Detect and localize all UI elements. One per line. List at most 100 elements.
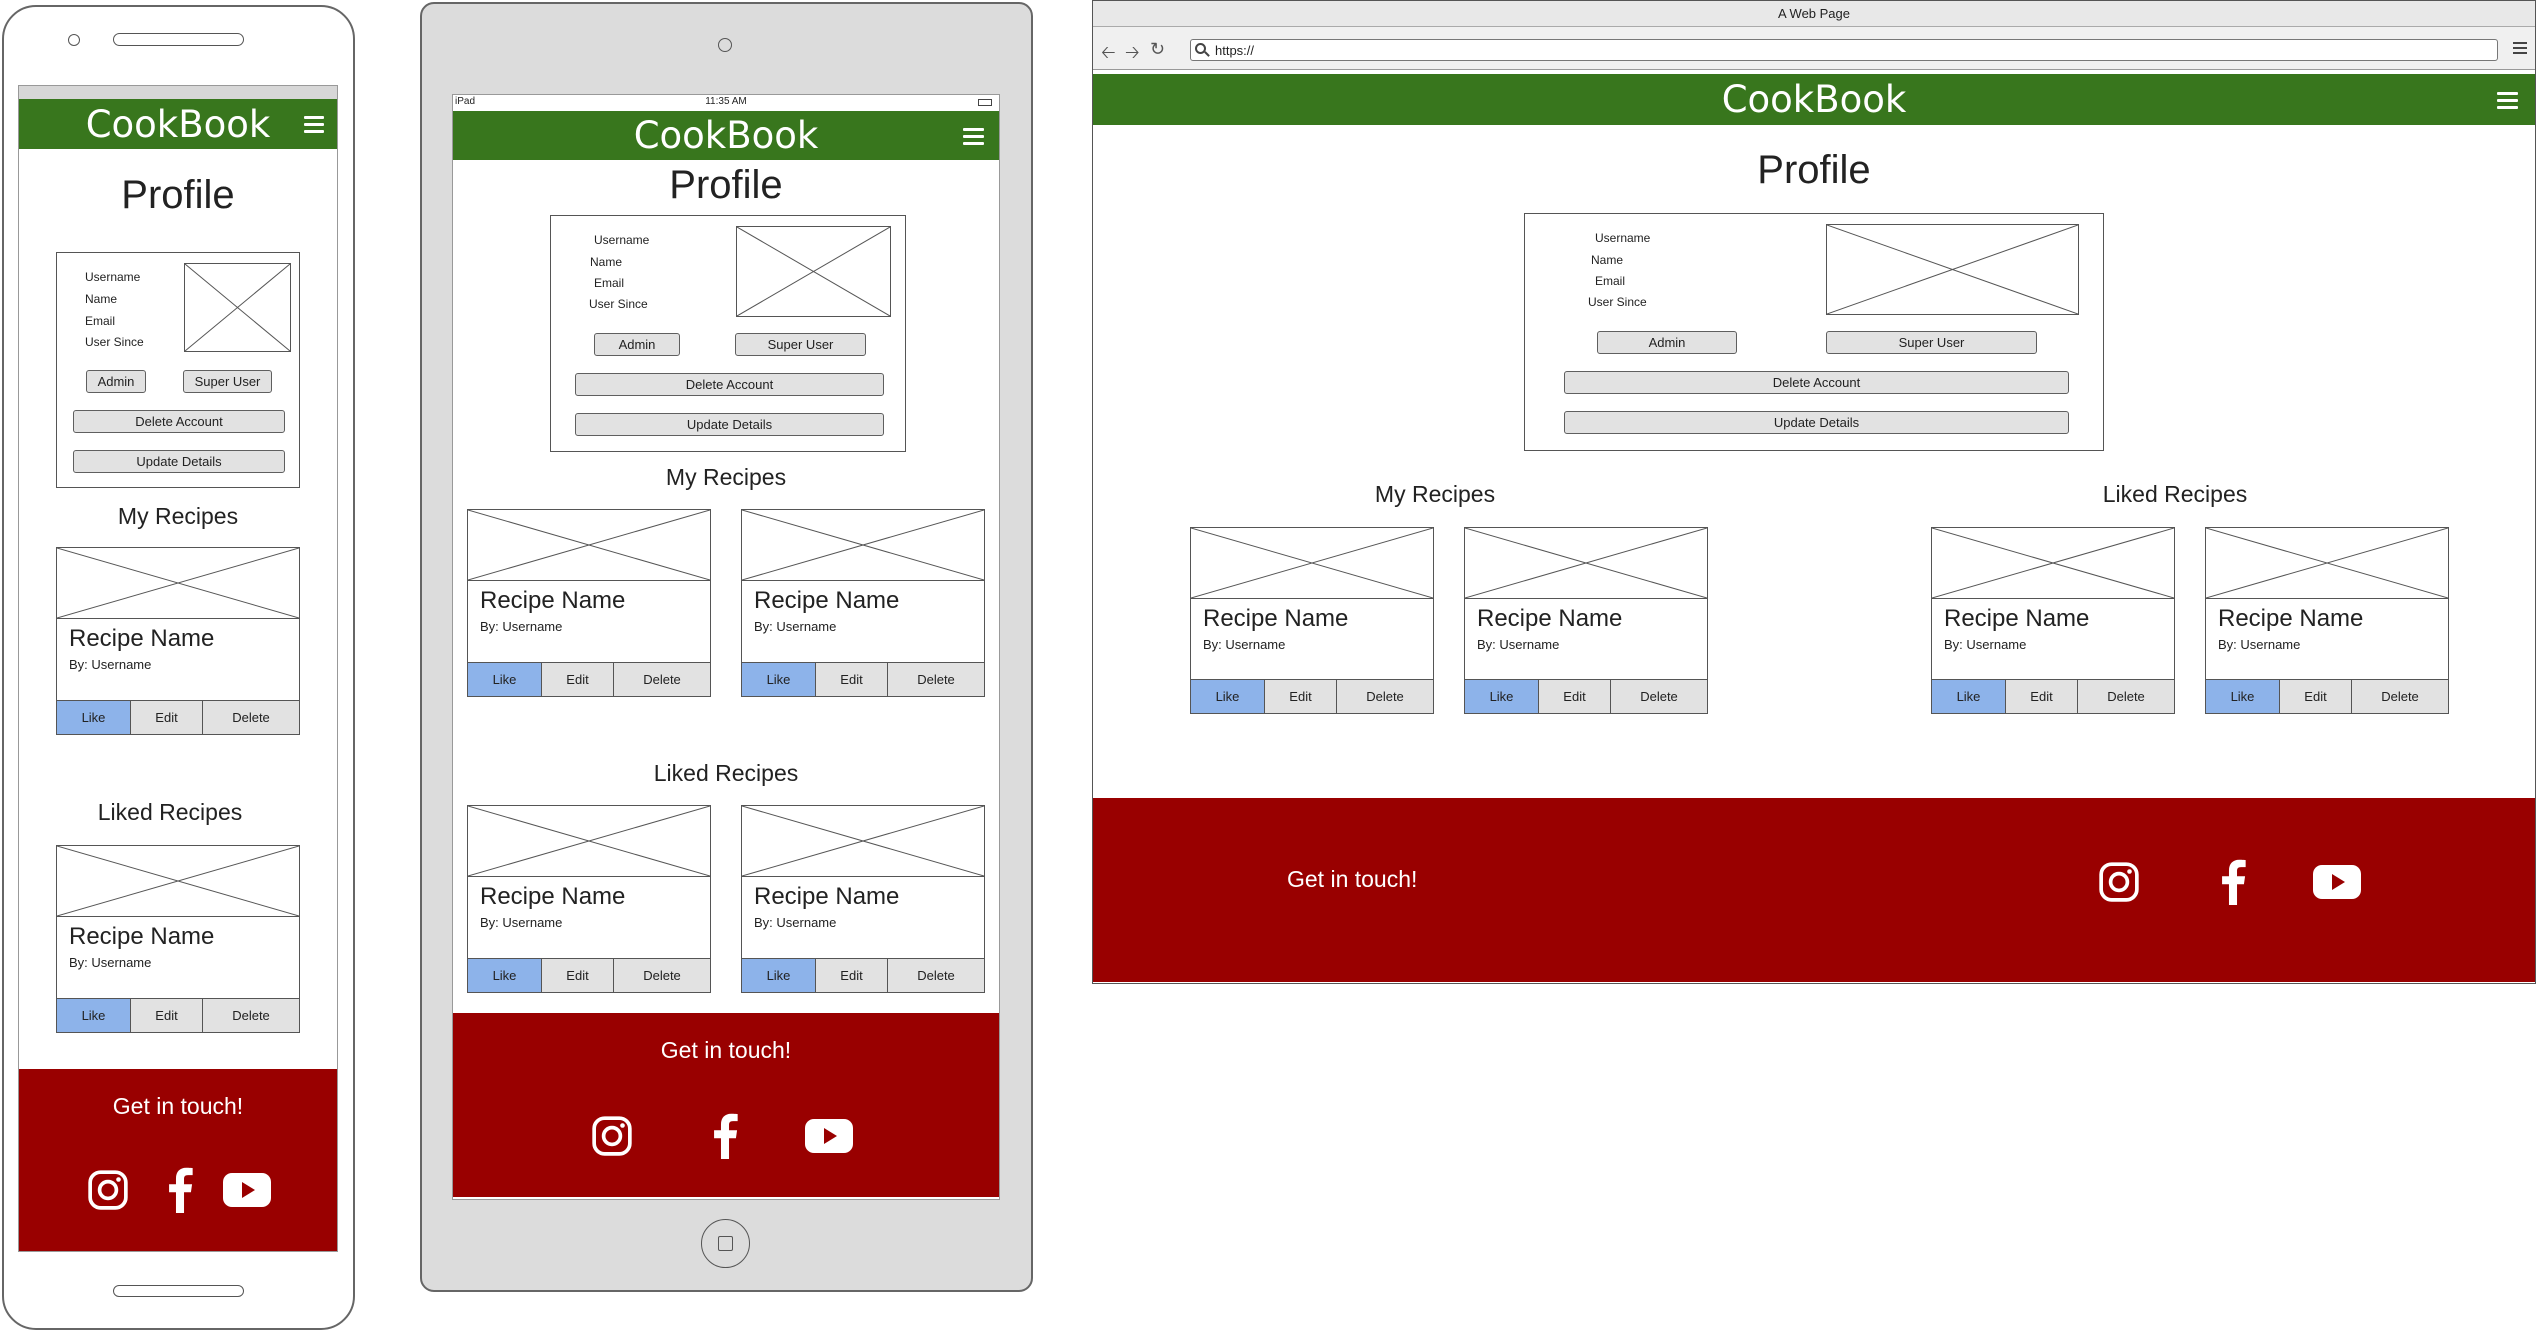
delete-button[interactable]: Delete bbox=[2078, 680, 2174, 713]
reload-icon[interactable]: ↻ bbox=[1150, 39, 1165, 60]
recipe-actions: Like Edit Delete bbox=[1191, 679, 1433, 713]
status-time: 11:35 AM bbox=[705, 96, 747, 107]
profile-card: Username Name Email User Since Admin Sup… bbox=[1524, 213, 2104, 451]
delete-button[interactable]: Delete bbox=[203, 701, 299, 734]
facebook-icon[interactable] bbox=[2218, 859, 2248, 905]
menu-icon[interactable] bbox=[2497, 88, 2518, 113]
like-button[interactable]: Like bbox=[1465, 680, 1539, 713]
like-button[interactable]: Like bbox=[57, 701, 131, 734]
liked-recipes-heading: Liked Recipes bbox=[653, 759, 799, 786]
delete-account-button[interactable]: Delete Account bbox=[1564, 371, 2069, 394]
recipe-image-placeholder bbox=[1465, 528, 1707, 599]
recipe-name[interactable]: Recipe Name bbox=[480, 587, 625, 615]
delete-button[interactable]: Delete bbox=[614, 959, 710, 992]
recipe-card[interactable]: Recipe Name By: Username Like Edit Delet… bbox=[467, 805, 711, 993]
liked-recipes-heading: Liked Recipes bbox=[97, 798, 243, 825]
like-button[interactable]: Like bbox=[57, 999, 131, 1032]
delete-button[interactable]: Delete bbox=[2352, 680, 2448, 713]
address-bar[interactable]: https:// bbox=[1190, 39, 2498, 61]
brand-logo[interactable]: CookBook bbox=[1093, 74, 2535, 125]
recipe-name[interactable]: Recipe Name bbox=[2218, 605, 2363, 633]
delete-button[interactable]: Delete bbox=[614, 663, 710, 696]
like-button[interactable]: Like bbox=[1932, 680, 2006, 713]
delete-account-button[interactable]: Delete Account bbox=[575, 373, 884, 396]
instagram-icon[interactable] bbox=[591, 1115, 633, 1157]
user-since-label: User Since bbox=[85, 335, 144, 349]
brand-logo[interactable]: CookBook bbox=[453, 111, 999, 160]
recipe-card[interactable]: Recipe Name By: Username Like Edit Delet… bbox=[1464, 527, 1708, 714]
recipe-name[interactable]: Recipe Name bbox=[69, 923, 214, 951]
mobile-header: CookBook bbox=[19, 99, 337, 149]
youtube-icon[interactable] bbox=[805, 1119, 853, 1153]
recipe-name[interactable]: Recipe Name bbox=[1203, 605, 1348, 633]
edit-button[interactable]: Edit bbox=[1265, 680, 1337, 713]
update-details-button[interactable]: Update Details bbox=[73, 450, 285, 473]
delete-button[interactable]: Delete bbox=[888, 959, 984, 992]
recipe-card[interactable]: Recipe Name By: Username Like Edit Delet… bbox=[741, 805, 985, 993]
instagram-icon[interactable] bbox=[87, 1169, 129, 1211]
recipe-card[interactable]: Recipe Name By: Username Like Edit Delet… bbox=[467, 509, 711, 697]
menu-icon[interactable] bbox=[963, 124, 984, 149]
delete-button[interactable]: Delete bbox=[1611, 680, 1707, 713]
recipe-actions: Like Edit Delete bbox=[742, 958, 984, 992]
edit-button[interactable]: Edit bbox=[816, 959, 888, 992]
avatar-image-placeholder bbox=[184, 263, 291, 352]
recipe-card[interactable]: Recipe Name By: Username Like Edit Delet… bbox=[56, 845, 300, 1033]
like-button[interactable]: Like bbox=[742, 663, 816, 696]
super-user-button[interactable]: Super User bbox=[183, 370, 272, 393]
recipe-card[interactable]: Recipe Name By: Username Like Edit Delet… bbox=[1190, 527, 1434, 714]
edit-button[interactable]: Edit bbox=[2006, 680, 2078, 713]
delete-button[interactable]: Delete bbox=[203, 999, 299, 1032]
recipe-name[interactable]: Recipe Name bbox=[1477, 605, 1622, 633]
recipe-name[interactable]: Recipe Name bbox=[69, 625, 214, 653]
delete-button[interactable]: Delete bbox=[888, 663, 984, 696]
youtube-icon[interactable] bbox=[2313, 865, 2361, 899]
recipe-name[interactable]: Recipe Name bbox=[1944, 605, 2089, 633]
update-details-button[interactable]: Update Details bbox=[575, 413, 884, 436]
recipe-image-placeholder bbox=[468, 806, 710, 877]
brand-logo[interactable]: CookBook bbox=[19, 99, 337, 149]
recipe-name[interactable]: Recipe Name bbox=[480, 883, 625, 911]
edit-button[interactable]: Edit bbox=[2280, 680, 2352, 713]
facebook-icon[interactable] bbox=[165, 1167, 195, 1213]
instagram-icon[interactable] bbox=[2098, 861, 2140, 903]
like-button[interactable]: Like bbox=[468, 663, 542, 696]
recipe-author: By: Username bbox=[754, 915, 837, 930]
like-button[interactable]: Like bbox=[468, 959, 542, 992]
facebook-icon[interactable] bbox=[710, 1113, 740, 1159]
update-details-button[interactable]: Update Details bbox=[1564, 411, 2069, 434]
admin-button[interactable]: Admin bbox=[86, 370, 146, 393]
super-user-button[interactable]: Super User bbox=[735, 333, 866, 356]
admin-button[interactable]: Admin bbox=[594, 333, 680, 356]
edit-button[interactable]: Edit bbox=[816, 663, 888, 696]
back-arrow-icon[interactable]: 🡠 bbox=[1101, 40, 1116, 70]
menu-icon[interactable] bbox=[304, 112, 324, 137]
browser-menu-icon[interactable] bbox=[2513, 42, 2527, 54]
admin-button[interactable]: Admin bbox=[1597, 331, 1737, 354]
forward-arrow-icon[interactable]: 🡢 bbox=[1125, 40, 1140, 70]
edit-button[interactable]: Edit bbox=[1539, 680, 1611, 713]
page-title: Profile bbox=[1757, 147, 1871, 192]
user-since-label: User Since bbox=[589, 297, 648, 311]
recipe-name[interactable]: Recipe Name bbox=[754, 883, 899, 911]
profile-card: Username Name Email User Since Admin Sup… bbox=[550, 215, 906, 452]
edit-button[interactable]: Edit bbox=[542, 959, 614, 992]
edit-button[interactable]: Edit bbox=[131, 999, 203, 1032]
like-button[interactable]: Like bbox=[742, 959, 816, 992]
like-button[interactable]: Like bbox=[1191, 680, 1265, 713]
recipe-card[interactable]: Recipe Name By: Username Like Edit Delet… bbox=[2205, 527, 2449, 714]
recipe-card[interactable]: Recipe Name By: Username Like Edit Delet… bbox=[56, 547, 300, 735]
recipe-card[interactable]: Recipe Name By: Username Like Edit Delet… bbox=[1931, 527, 2175, 714]
recipe-card[interactable]: Recipe Name By: Username Like Edit Delet… bbox=[741, 509, 985, 697]
recipe-name[interactable]: Recipe Name bbox=[754, 587, 899, 615]
delete-button[interactable]: Delete bbox=[1337, 680, 1433, 713]
like-button[interactable]: Like bbox=[2206, 680, 2280, 713]
edit-button[interactable]: Edit bbox=[131, 701, 203, 734]
recipe-actions: Like Edit Delete bbox=[57, 700, 299, 734]
edit-button[interactable]: Edit bbox=[542, 663, 614, 696]
recipe-author: By: Username bbox=[754, 619, 837, 634]
tablet-home-button[interactable] bbox=[701, 1219, 750, 1268]
delete-account-button[interactable]: Delete Account bbox=[73, 410, 285, 433]
super-user-button[interactable]: Super User bbox=[1826, 331, 2037, 354]
youtube-icon[interactable] bbox=[223, 1173, 271, 1207]
